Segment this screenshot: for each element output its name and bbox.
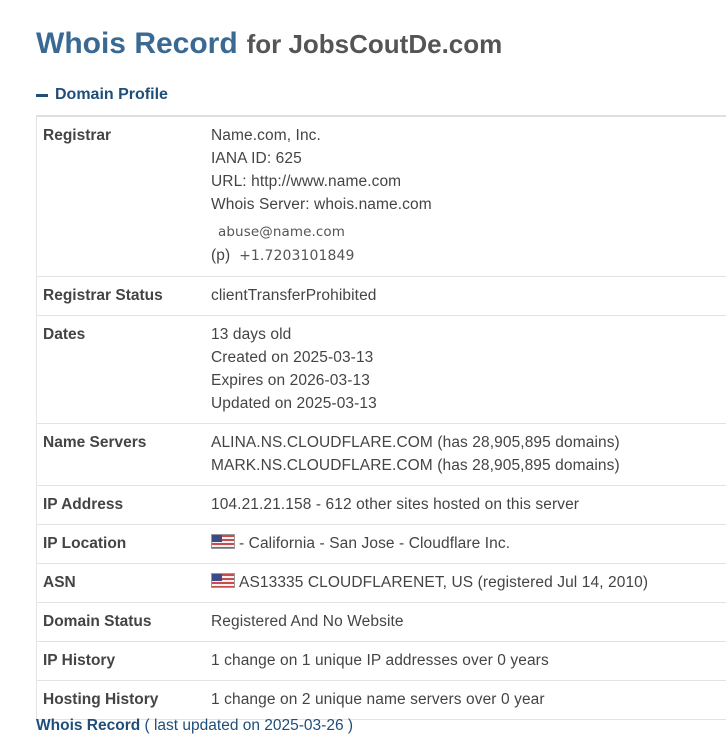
row-registrar: Registrar Name.com, Inc. IANA ID: 625 UR… <box>36 117 726 277</box>
page-title: Whois Record for JobsCoutDe.com <box>36 24 502 61</box>
dates-value: 13 days old Created on 2025-03-13 Expire… <box>211 315 726 424</box>
row-label: ASN <box>36 563 211 603</box>
registrar-value: Name.com, Inc. IANA ID: 625 URL: http://… <box>211 117 726 277</box>
row-label: IP Location <box>36 524 211 564</box>
row-label: Registrar <box>36 117 211 277</box>
expires-date: Expires on 2026-03-13 <box>211 372 370 389</box>
ip-address-value: 104.21.21.158 - 612 other sites hosted o… <box>211 485 726 525</box>
asn-value: AS13335 CLOUDFLARENET, US (registered Ju… <box>211 563 726 603</box>
minus-icon <box>36 93 48 97</box>
domain-profile-toggle[interactable]: Domain Profile <box>36 86 168 104</box>
row-domain-status: Domain Status Registered And No Website <box>36 602 726 642</box>
updated-date: Updated on 2025-03-13 <box>211 395 377 412</box>
row-label: Dates <box>36 315 211 424</box>
registrar-phone: +1.7203101849 <box>239 248 355 264</box>
ip-location-text: - California - San Jose - Cloudflare Inc… <box>239 535 511 552</box>
domain-profile-table: Registrar Name.com, Inc. IANA ID: 625 UR… <box>36 117 726 720</box>
registrar-email-line: abuse@name.com <box>211 220 726 244</box>
created-date: Created on 2025-03-13 <box>211 349 374 366</box>
row-label: Registrar Status <box>36 276 211 316</box>
registrar-email: abuse@name.com <box>218 224 346 240</box>
phone-prefix: (p) <box>211 247 231 264</box>
domain-status-value: Registered And No Website <box>211 602 726 642</box>
row-label: IP History <box>36 641 211 681</box>
row-label: Domain Status <box>36 602 211 642</box>
row-ip-location: IP Location - California - San Jose - Cl… <box>36 524 726 564</box>
row-registrar-status: Registrar Status clientTransferProhibite… <box>36 276 726 316</box>
registrar-iana: IANA ID: 625 <box>211 150 302 167</box>
row-hosting-history: Hosting History 1 change on 2 unique nam… <box>36 680 726 720</box>
us-flag-icon <box>211 573 235 588</box>
row-dates: Dates 13 days old Created on 2025-03-13 … <box>36 315 726 424</box>
hosting-history-value: 1 change on 2 unique name servers over 0… <box>211 680 726 720</box>
row-ip-history: IP History 1 change on 1 unique IP addre… <box>36 641 726 681</box>
page-title-main: Whois Record <box>36 27 238 60</box>
registrar-whois-server: Whois Server: whois.name.com <box>211 196 432 213</box>
row-ip-address: IP Address 104.21.21.158 - 612 other sit… <box>36 485 726 525</box>
ip-history-value: 1 change on 1 unique IP addresses over 0… <box>211 641 726 681</box>
ip-location-value: - California - San Jose - Cloudflare Inc… <box>211 524 726 564</box>
registrar-status-value: clientTransferProhibited <box>211 276 726 316</box>
name-server-2: MARK.NS.CLOUDFLARE.COM (has 28,905,895 d… <box>211 457 620 474</box>
footer-section: Whois Record ( last updated on 2025-03-2… <box>36 717 353 735</box>
row-asn: ASN AS13335 CLOUDFLARENET, US (registere… <box>36 563 726 603</box>
registrar-url: URL: http://www.name.com <box>211 173 402 190</box>
registrar-name: Name.com, Inc. <box>211 127 321 144</box>
section-label: Domain Profile <box>55 86 168 103</box>
whois-record-link[interactable]: Whois Record <box>36 717 140 734</box>
row-label: Hosting History <box>36 680 211 720</box>
us-flag-icon <box>211 534 235 549</box>
page-title-domain: for JobsCoutDe.com <box>246 29 503 59</box>
row-name-servers: Name Servers ALINA.NS.CLOUDFLARE.COM (ha… <box>36 423 726 486</box>
row-label: Name Servers <box>36 423 211 486</box>
last-updated-note: ( last updated on 2025-03-26 ) <box>144 717 354 734</box>
asn-text: AS13335 CLOUDFLARENET, US (registered Ju… <box>239 574 649 591</box>
row-label: IP Address <box>36 485 211 525</box>
name-server-1: ALINA.NS.CLOUDFLARE.COM (has 28,905,895 … <box>211 434 620 451</box>
domain-age: 13 days old <box>211 326 292 343</box>
name-servers-value: ALINA.NS.CLOUDFLARE.COM (has 28,905,895 … <box>211 423 726 486</box>
registrar-phone-line: (p) +1.7203101849 <box>211 244 726 268</box>
